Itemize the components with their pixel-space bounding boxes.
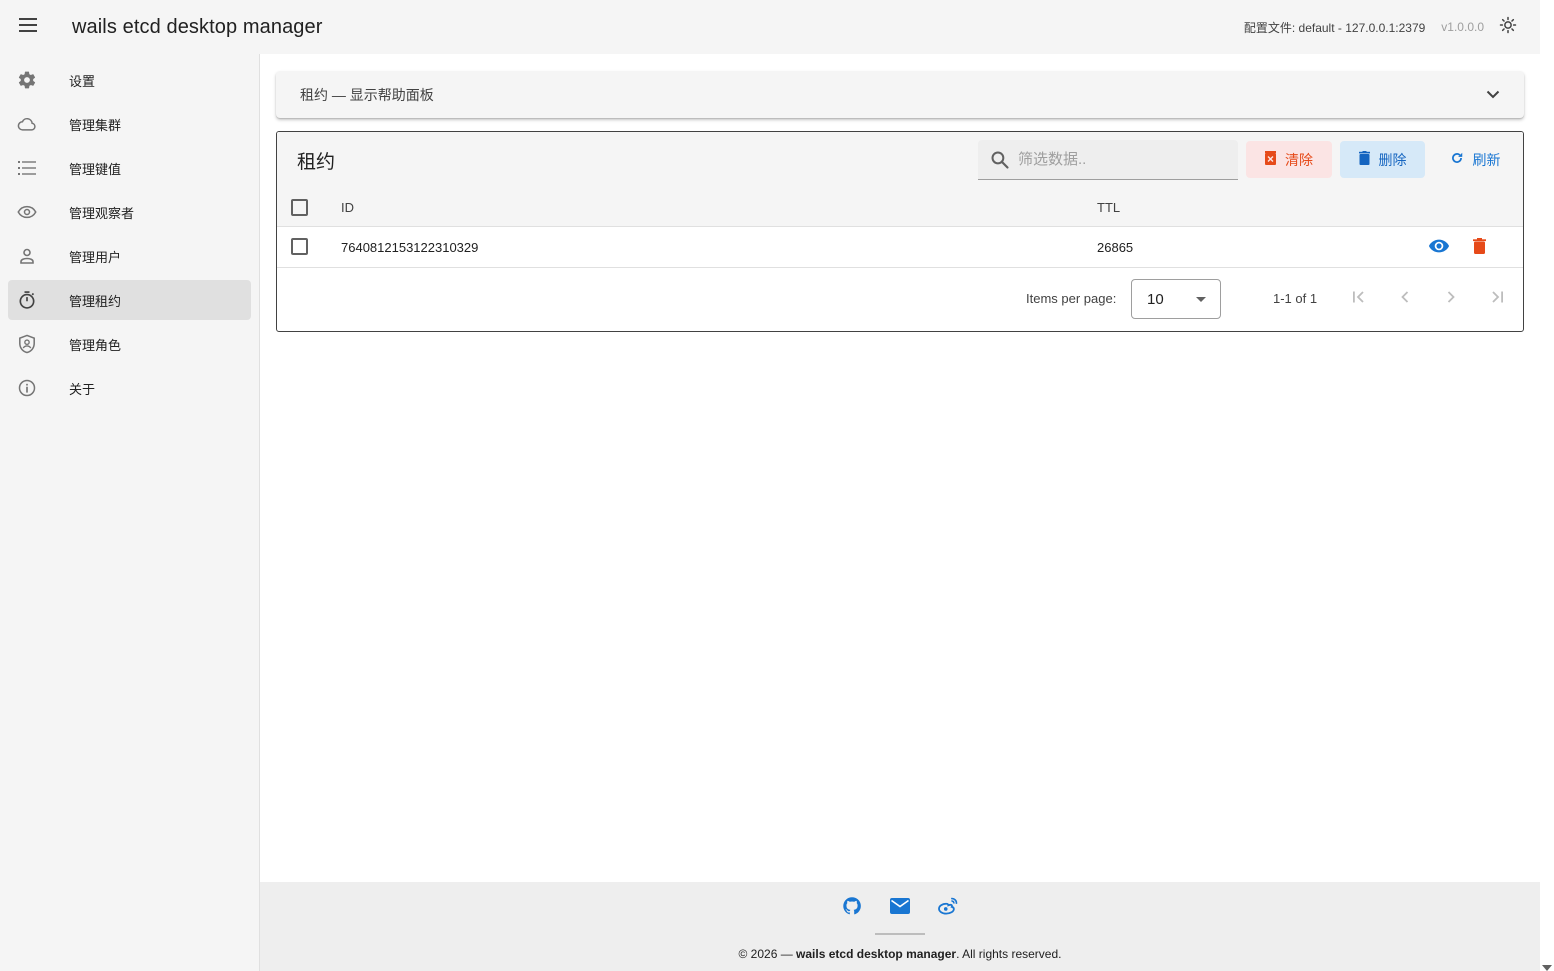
column-header-id[interactable]: ID (341, 200, 354, 215)
sidebar-item-label: 设置 (69, 73, 96, 89)
info-icon (8, 378, 46, 398)
weibo-icon (937, 897, 959, 920)
clear-button-label: 清除 (1285, 151, 1313, 168)
app-bar: wails etcd desktop manager 配置文件: default… (0, 0, 1540, 54)
items-per-page-select[interactable]: 10 (1131, 279, 1221, 319)
sidebar-item-label: 管理集群 (69, 117, 122, 133)
gear-icon (8, 70, 46, 90)
list-icon (8, 161, 46, 175)
sidebar-item-clusters[interactable]: 管理集群 (8, 104, 251, 144)
lease-id-cell: 7640812153122310329 (341, 240, 479, 255)
search-field[interactable] (978, 140, 1238, 180)
delete-button-label: 删除 (1378, 151, 1407, 168)
user-icon (8, 248, 46, 264)
clear-button[interactable]: 清除 (1246, 141, 1332, 178)
table-title: 租约 (297, 151, 336, 173)
weibo-link[interactable] (936, 896, 960, 920)
lease-ttl-cell: 26865 (1097, 240, 1134, 255)
chevron-right-icon (1447, 290, 1455, 308)
window-scrollbar[interactable] (1540, 0, 1554, 971)
delete-lease-button[interactable] (1467, 236, 1491, 260)
page-last-icon (1490, 290, 1504, 308)
leases-table-card: 租约 清除 删除 (276, 131, 1524, 332)
sidebar-item-label: 管理观察者 (69, 205, 135, 221)
delete-sweep-icon (1265, 151, 1285, 168)
page-footer: © 2026 — wails etcd desktop manager. All… (260, 882, 1540, 971)
items-per-page-value: 10 (1147, 290, 1164, 308)
table-pagination: Items per page: 10 1-1 of 1 (277, 268, 1523, 330)
search-icon (990, 150, 1010, 170)
sidebar-item-label: 关于 (69, 381, 96, 397)
row-checkbox[interactable] (291, 238, 308, 255)
menu-button[interactable] (0, 0, 56, 54)
chevron-left-icon (1401, 290, 1409, 308)
caret-down-icon (1196, 296, 1206, 302)
brightness-icon (1499, 16, 1517, 39)
footer-divider (875, 933, 925, 935)
sidebar-item-watchers[interactable]: 管理观察者 (8, 192, 251, 232)
copyright-app-name: wails etcd desktop manager (796, 947, 957, 961)
scroll-down-arrow-icon[interactable] (1542, 959, 1552, 971)
column-header-ttl[interactable]: TTL (1097, 200, 1120, 215)
table-row: 7640812153122310329 26865 (277, 227, 1523, 268)
sidebar-item-label: 管理租约 (69, 293, 122, 309)
select-all-checkbox[interactable] (291, 199, 308, 216)
search-input[interactable] (1018, 151, 1218, 168)
sidebar-item-keyvalues[interactable]: 管理键值 (8, 148, 251, 188)
first-page-button[interactable] (1347, 287, 1371, 311)
email-icon (890, 897, 910, 919)
previous-page-button[interactable] (1393, 287, 1417, 311)
app-title: wails etcd desktop manager (72, 15, 323, 38)
menu-icon (19, 17, 37, 37)
refresh-button[interactable]: 刷新 (1435, 141, 1515, 178)
theme-toggle-button[interactable] (1490, 9, 1526, 45)
table-header: ID TTL (277, 188, 1523, 227)
profile-info: 配置文件: default - 127.0.0.1:2379 (1243, 20, 1426, 35)
table-toolbar: 租约 清除 删除 (277, 132, 1523, 188)
sidebar-item-about[interactable]: 关于 (8, 368, 251, 408)
sidebar-item-label: 管理键值 (69, 161, 122, 177)
copyright-prefix: © 2026 — (738, 947, 797, 961)
sidebar-item-settings[interactable]: 设置 (8, 60, 251, 100)
shield-account-icon (8, 334, 46, 354)
refresh-button-label: 刷新 (1472, 151, 1501, 168)
page-first-icon (1352, 290, 1366, 308)
sidebar-item-users[interactable]: 管理用户 (8, 236, 251, 276)
view-lease-button[interactable] (1427, 236, 1451, 260)
timer-icon (8, 290, 46, 310)
help-panel-label: 租约 — 显示帮助面板 (300, 86, 434, 103)
trash-icon (1358, 151, 1379, 168)
items-per-page-label: Items per page: (1026, 291, 1117, 306)
email-link[interactable] (888, 896, 912, 920)
version-label: v1.0.0.0 (1441, 20, 1484, 34)
sidebar: 设置 管理集群 管理键值 管理观察者 管理用户 管理租约 管理角色 关于 (0, 54, 260, 971)
last-page-button[interactable] (1485, 287, 1509, 311)
eye-icon (8, 205, 46, 219)
refresh-icon (1450, 151, 1473, 168)
github-link[interactable] (840, 896, 864, 920)
sidebar-item-leases[interactable]: 管理租约 (8, 280, 251, 320)
delete-button[interactable]: 删除 (1340, 141, 1425, 178)
sidebar-item-roles[interactable]: 管理角色 (8, 324, 251, 364)
eye-icon (1428, 238, 1450, 259)
chevron-down-icon (1486, 90, 1500, 99)
copyright-text: © 2026 — wails etcd desktop manager. All… (260, 947, 1540, 961)
sidebar-item-label: 管理角色 (69, 337, 122, 353)
cloud-icon (8, 116, 46, 132)
pagination-range: 1-1 of 1 (1273, 291, 1318, 306)
main-content: 租约 — 显示帮助面板 租约 清除 (260, 54, 1540, 882)
copyright-suffix: . All rights reserved. (956, 947, 1062, 961)
next-page-button[interactable] (1439, 287, 1463, 311)
github-icon (842, 896, 862, 921)
trash-icon (1472, 237, 1486, 259)
sidebar-item-label: 管理用户 (69, 249, 122, 265)
help-panel-toggle[interactable]: 租约 — 显示帮助面板 (276, 71, 1524, 118)
